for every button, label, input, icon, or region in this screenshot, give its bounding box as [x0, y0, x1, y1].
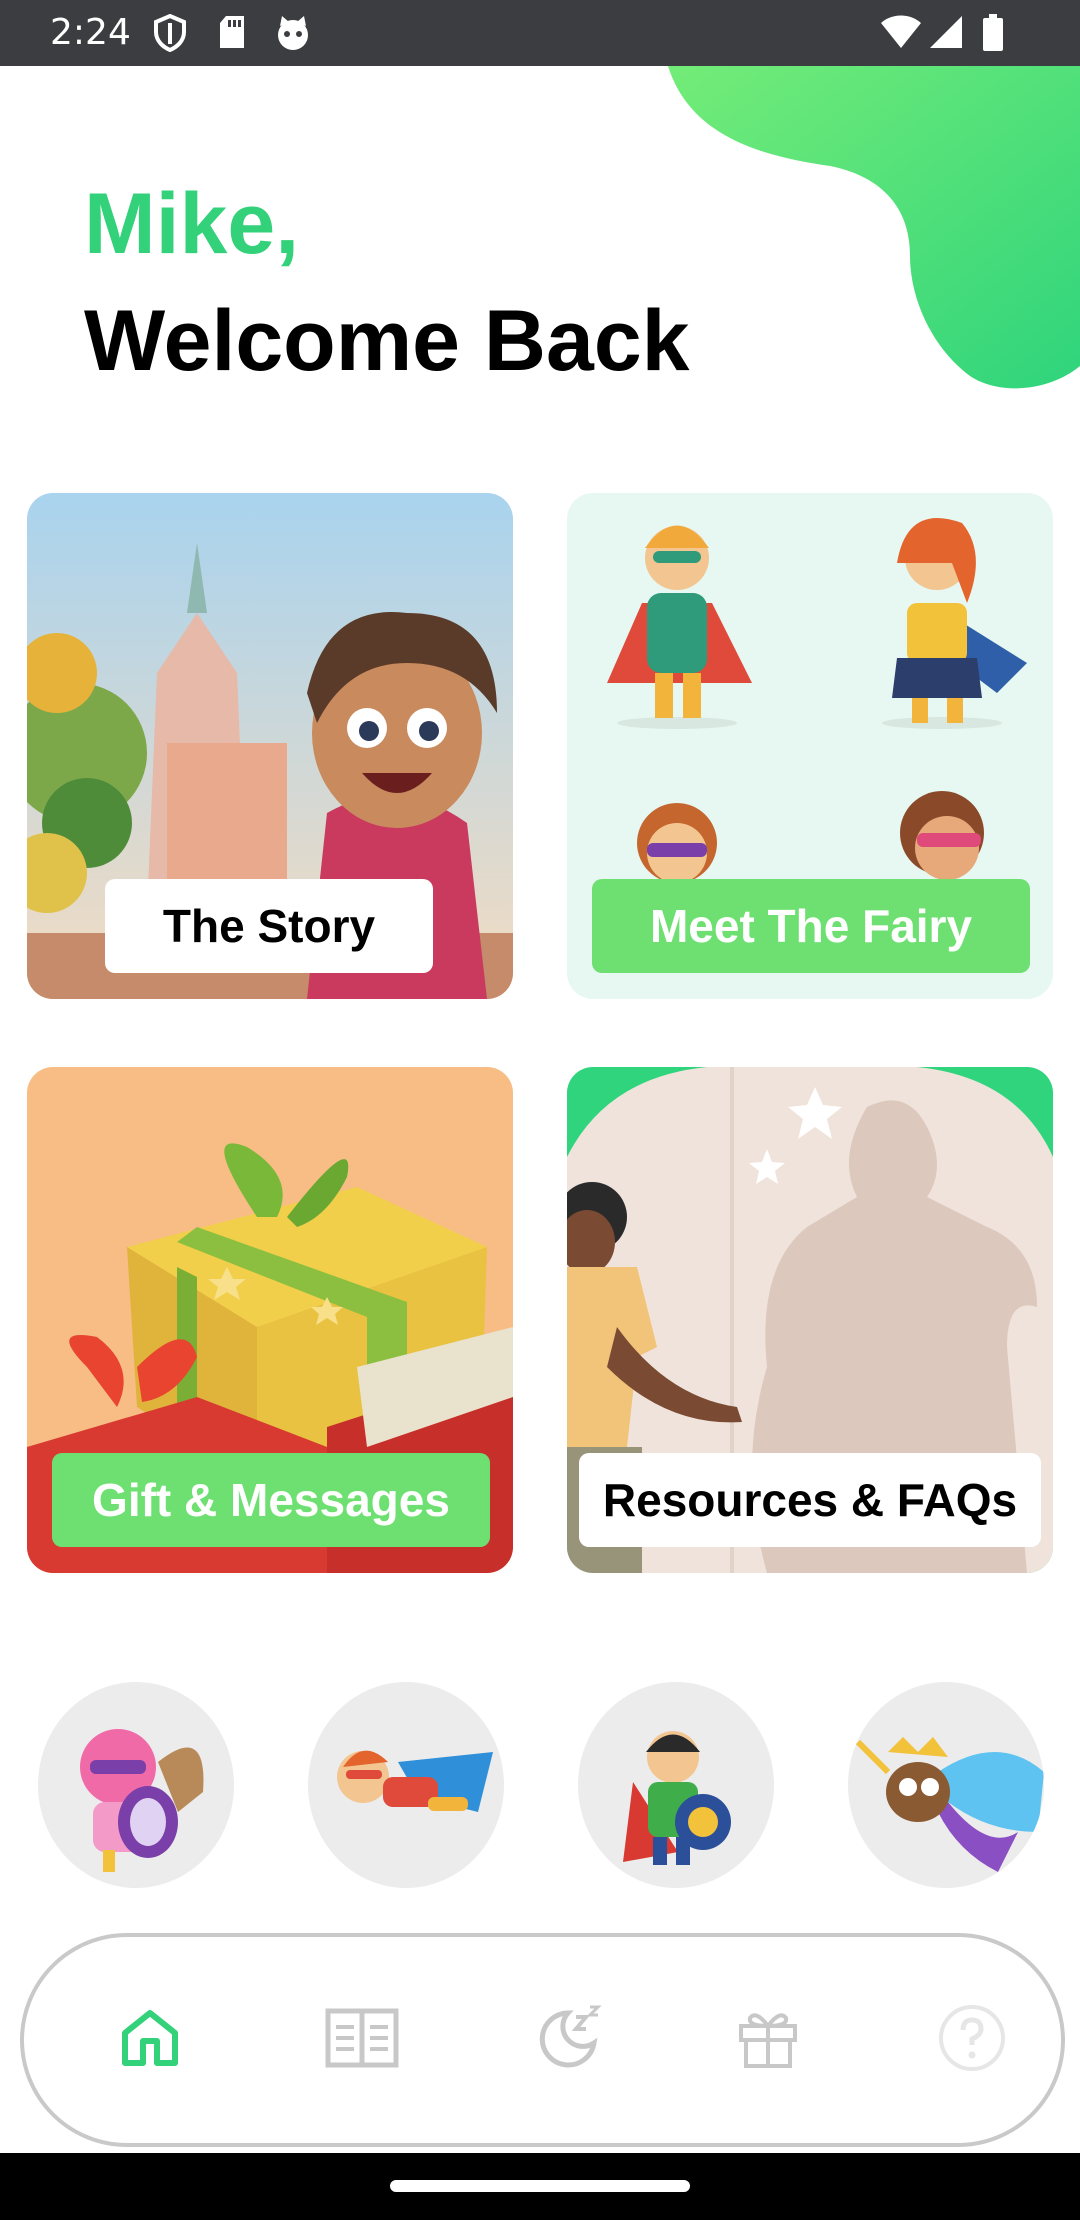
nav-sleep[interactable] — [524, 1993, 614, 2083]
help-icon — [939, 2005, 1005, 2071]
card-label-meet-the-fairy: Meet The Fairy — [592, 879, 1030, 973]
moon-sleep-icon — [539, 2005, 602, 2068]
cat-face-icon — [278, 16, 308, 50]
card-resources-faqs[interactable]: Resources & FAQs — [567, 1067, 1053, 1573]
card-gift-messages[interactable]: Gift & Messages — [27, 1067, 513, 1573]
nav-home[interactable] — [105, 1993, 195, 2083]
battery-icon — [983, 14, 1003, 51]
home-icon — [122, 2010, 178, 2066]
avatar-shield-boy-hero[interactable] — [578, 1682, 774, 1888]
flying-girl-icon — [337, 1750, 493, 1812]
book-icon — [325, 2008, 399, 2068]
bottom-nav — [20, 1933, 1065, 2147]
sd-card-icon — [220, 16, 244, 48]
card-label-resources-faqs: Resources & FAQs — [579, 1453, 1041, 1547]
home-gesture-handle[interactable] — [390, 2180, 690, 2192]
status-time: 2:24 — [50, 12, 131, 53]
gift-icon — [739, 2013, 797, 2068]
avatar-flying-girl-hero[interactable] — [308, 1682, 504, 1888]
card-the-story[interactable]: The Story — [27, 493, 513, 999]
shield-icon — [154, 14, 186, 52]
status-bar: 2:24 — [0, 0, 1080, 66]
card-label-gift-messages: Gift & Messages — [52, 1453, 490, 1547]
flying-owl-icon — [855, 1737, 1044, 1872]
wifi-icon — [881, 15, 921, 48]
nav-stories[interactable] — [317, 1993, 407, 2083]
cell-signal-icon — [930, 16, 962, 48]
shield-boy-icon — [623, 1731, 731, 1865]
nav-gifts[interactable] — [723, 1993, 813, 2083]
nav-help[interactable] — [927, 1993, 1017, 2083]
pink-hero-icon — [80, 1729, 204, 1872]
card-label-the-story: The Story — [105, 879, 433, 973]
gesture-nav-bar — [0, 2153, 1080, 2220]
avatar-flying-owl-hero[interactable] — [848, 1682, 1044, 1888]
greeting-title: Welcome Back — [84, 293, 690, 389]
avatar-pink-shield-hero[interactable] — [38, 1682, 234, 1888]
card-meet-the-fairy[interactable]: Meet The Fairy — [567, 493, 1053, 999]
greeting-name: Mike, — [84, 176, 300, 272]
